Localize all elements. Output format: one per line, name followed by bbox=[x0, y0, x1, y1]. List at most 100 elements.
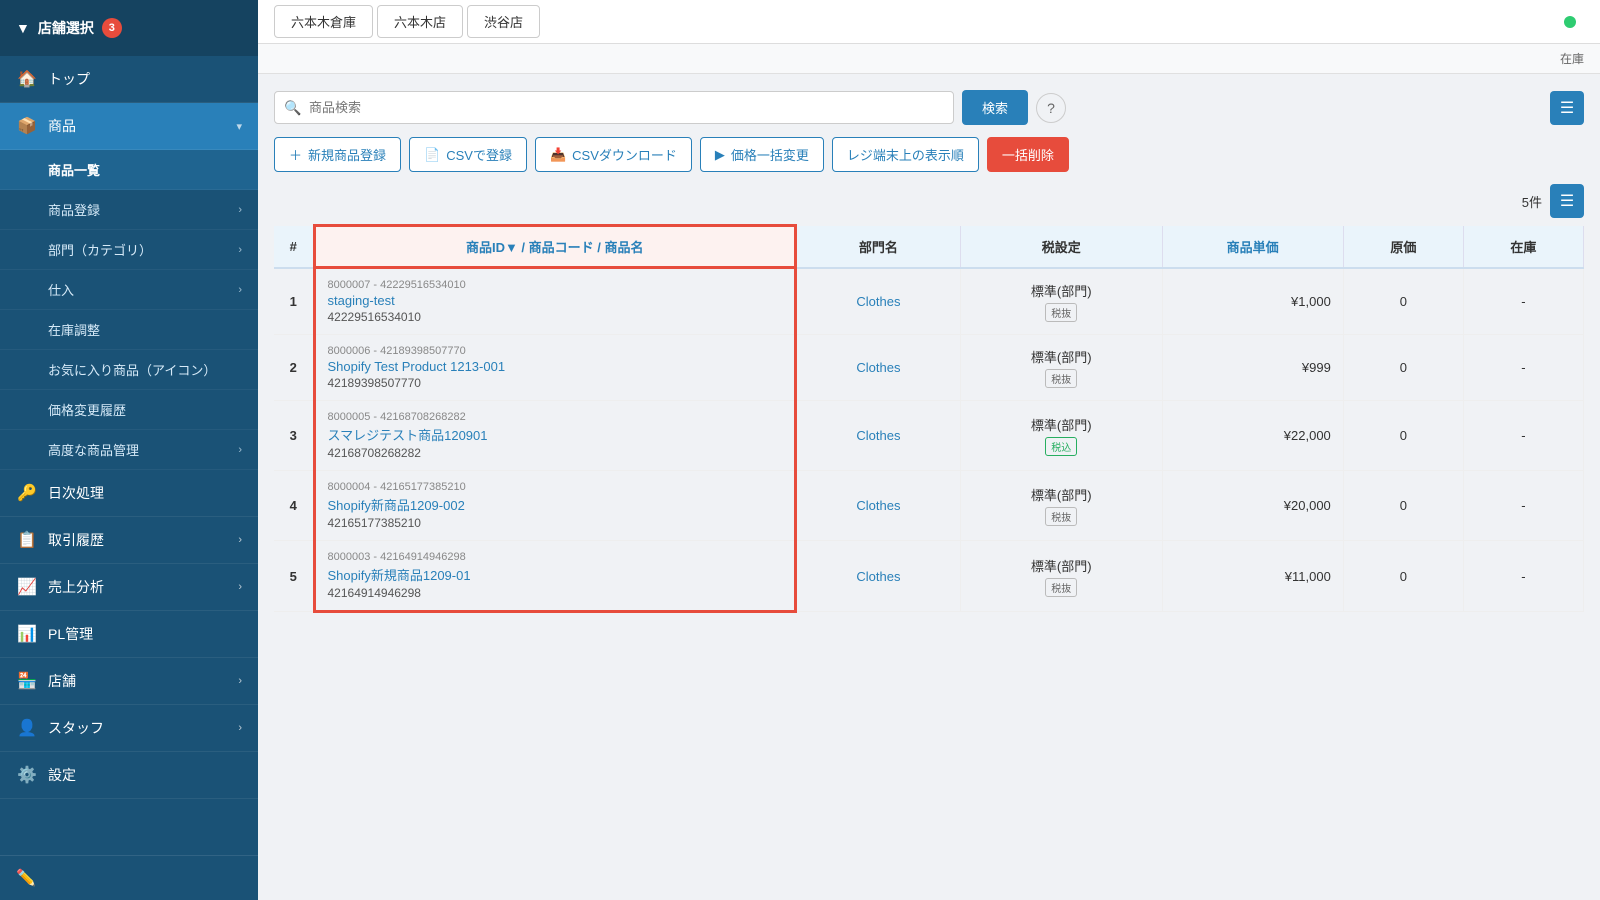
price-change-button[interactable]: ▶ 価格一括変更 bbox=[700, 137, 824, 172]
dept-link[interactable]: Clothes bbox=[856, 428, 900, 443]
sidebar-item-label: 売上分析 bbox=[48, 577, 228, 597]
sidebar-item-label: 商品 bbox=[48, 116, 226, 136]
table-row: 58000003 - 42164914946298Shopify新規商品1209… bbox=[274, 541, 1584, 612]
sidebar-item-top[interactable]: 🏠 トップ bbox=[0, 56, 258, 103]
product-name-link[interactable]: Shopify Test Product 1213-001 bbox=[328, 359, 506, 374]
chevron-down-icon: ▼ bbox=[16, 20, 30, 36]
chevron-icon: › bbox=[238, 722, 242, 734]
register-order-button[interactable]: レジ端末上の表示順 bbox=[832, 137, 979, 172]
sidebar-item-products[interactable]: 📦 商品 ▾ bbox=[0, 103, 258, 150]
sub-item-label: 高度な商品管理 bbox=[48, 440, 139, 459]
cell-dept: Clothes bbox=[795, 541, 960, 612]
plus-icon: ＋ bbox=[289, 145, 302, 164]
search-button[interactable]: 検索 bbox=[962, 90, 1028, 125]
sidebar-item-sales[interactable]: 📈 売上分析 › bbox=[0, 564, 258, 611]
pl-icon: 📊 bbox=[16, 624, 38, 644]
row-num: 3 bbox=[274, 401, 314, 471]
cell-dept: Clothes bbox=[795, 268, 960, 335]
chevron-icon: › bbox=[238, 675, 242, 687]
col-tax: 税設定 bbox=[960, 226, 1162, 268]
cell-stock: - bbox=[1463, 268, 1583, 335]
price-value: ¥1,000 bbox=[1175, 294, 1331, 309]
product-name-link[interactable]: Shopify新商品1209-002 bbox=[328, 498, 465, 513]
dept-link[interactable]: Clothes bbox=[856, 569, 900, 584]
sidebar-item-settings[interactable]: ⚙️ 設定 bbox=[0, 752, 258, 799]
home-icon: 🏠 bbox=[16, 69, 38, 89]
sidebar-item-staff[interactable]: 👤 スタッフ › bbox=[0, 705, 258, 752]
help-icon[interactable]: ? bbox=[1036, 93, 1066, 123]
stock-label: 在庫 bbox=[1560, 50, 1584, 67]
csv-download-label: CSVダウンロード bbox=[572, 145, 677, 164]
product-name-link[interactable]: Shopify新規商品1209-01 bbox=[328, 568, 471, 583]
count-row: 5件 ☰ bbox=[274, 184, 1584, 218]
sub-item-label: お気に入り商品（アイコン） bbox=[48, 360, 216, 379]
new-product-button[interactable]: ＋ 新規商品登録 bbox=[274, 137, 401, 172]
cell-stock: - bbox=[1463, 471, 1583, 541]
sidebar-sub-item-price-history[interactable]: 価格変更履歴 bbox=[0, 390, 258, 430]
store-icon: 🏪 bbox=[16, 671, 38, 691]
tax-label: 標準(部門) bbox=[973, 415, 1150, 434]
sidebar-sub-item-purchase[interactable]: 仕入 › bbox=[0, 270, 258, 310]
sidebar-sub-item-stock-adjust[interactable]: 在庫調整 bbox=[0, 310, 258, 350]
csv-register-button[interactable]: 📄 CSVで登録 bbox=[409, 137, 527, 172]
dept-link[interactable]: Clothes bbox=[856, 294, 900, 309]
sub-item-label: 商品一覧 bbox=[48, 160, 100, 179]
sidebar-sub-item-product-register[interactable]: 商品登録 › bbox=[0, 190, 258, 230]
price-value: ¥20,000 bbox=[1175, 498, 1331, 513]
dept-link[interactable]: Clothes bbox=[856, 360, 900, 375]
settings-icon: ⚙️ bbox=[16, 765, 38, 785]
store-badge: 3 bbox=[102, 18, 122, 38]
table-header-row: # 商品ID▼ / 商品コード / 商品名 部門名 税設定 商品単価 原価 在庫 bbox=[274, 226, 1584, 268]
col-stock: 在庫 bbox=[1463, 226, 1583, 268]
tab-shibuya[interactable]: 渋谷店 bbox=[467, 5, 540, 38]
col-price: 商品単価 bbox=[1162, 226, 1343, 268]
column-settings-button[interactable]: ☰ bbox=[1550, 184, 1584, 218]
tab-roppongi-warehouse[interactable]: 六本木倉庫 bbox=[274, 5, 373, 38]
cell-tax: 標準(部門)税抜 bbox=[960, 541, 1162, 612]
sidebar-item-store[interactable]: 🏪 店舗 › bbox=[0, 658, 258, 705]
product-name-link[interactable]: スマレジテスト商品120901 bbox=[328, 428, 488, 443]
bulk-delete-button[interactable]: 一括削除 bbox=[987, 137, 1069, 172]
cell-stock: - bbox=[1463, 541, 1583, 612]
table-row: 28000006 - 42189398507770Shopify Test Pr… bbox=[274, 335, 1584, 401]
edit-icon[interactable]: ✏️ bbox=[16, 870, 36, 887]
tab-roppongi-store[interactable]: 六本木店 bbox=[377, 5, 463, 38]
sidebar-sub-item-advanced[interactable]: 高度な商品管理 › bbox=[0, 430, 258, 470]
row-num: 4 bbox=[274, 471, 314, 541]
cell-dept: Clothes bbox=[795, 471, 960, 541]
cell-cost: 0 bbox=[1343, 401, 1463, 471]
sidebar-sub-item-favorites[interactable]: お気に入り商品（アイコン） bbox=[0, 350, 258, 390]
col-num: # bbox=[274, 226, 314, 268]
product-name-link[interactable]: staging-test bbox=[328, 293, 395, 308]
sidebar-sub-item-product-list[interactable]: 商品一覧 bbox=[0, 150, 258, 190]
cell-product-info: 8000003 - 42164914946298 Shopify新規商品1209-… bbox=[314, 541, 795, 612]
cell-cost: 0 bbox=[1343, 268, 1463, 335]
chevron-right-icon: › bbox=[238, 244, 242, 256]
search-input[interactable] bbox=[274, 91, 954, 124]
col-cost: 原価 bbox=[1343, 226, 1463, 268]
online-indicator bbox=[1564, 16, 1576, 28]
cell-price: ¥20,000 bbox=[1162, 471, 1343, 541]
sidebar-item-daily[interactable]: 🔑 日次処理 bbox=[0, 470, 258, 517]
dept-link[interactable]: Clothes bbox=[856, 498, 900, 513]
sidebar-item-label: 日次処理 bbox=[48, 483, 242, 503]
store-selector-label: 店舗選択 bbox=[38, 18, 94, 38]
tax-badge: 税込 bbox=[1045, 437, 1077, 456]
chevron-icon: › bbox=[238, 581, 242, 593]
tax-label: 標準(部門) bbox=[973, 556, 1150, 575]
store-selector[interactable]: ▼ 店舗選択 3 bbox=[0, 0, 258, 56]
tax-badge: 税抜 bbox=[1045, 369, 1077, 388]
table-row: 18000007 - 42229516534010staging-test422… bbox=[274, 268, 1584, 335]
csv-download-button[interactable]: 📥 CSVダウンロード bbox=[535, 137, 692, 172]
sidebar-item-pl[interactable]: 📊 PL管理 bbox=[0, 611, 258, 658]
cell-cost: 0 bbox=[1343, 471, 1463, 541]
cell-dept: Clothes bbox=[795, 335, 960, 401]
cell-dept: Clothes bbox=[795, 401, 960, 471]
product-id: 8000005 - 42168708268282 bbox=[328, 411, 782, 423]
sidebar-item-label: 取引履歴 bbox=[48, 530, 228, 550]
product-id: 8000006 - 42189398507770 bbox=[328, 345, 782, 357]
product-id: 8000003 - 42164914946298 bbox=[328, 551, 782, 563]
sidebar-item-history[interactable]: 📋 取引履歴 › bbox=[0, 517, 258, 564]
list-view-icon[interactable]: ☰ bbox=[1550, 91, 1584, 125]
sidebar-sub-item-category[interactable]: 部門（カテゴリ） › bbox=[0, 230, 258, 270]
